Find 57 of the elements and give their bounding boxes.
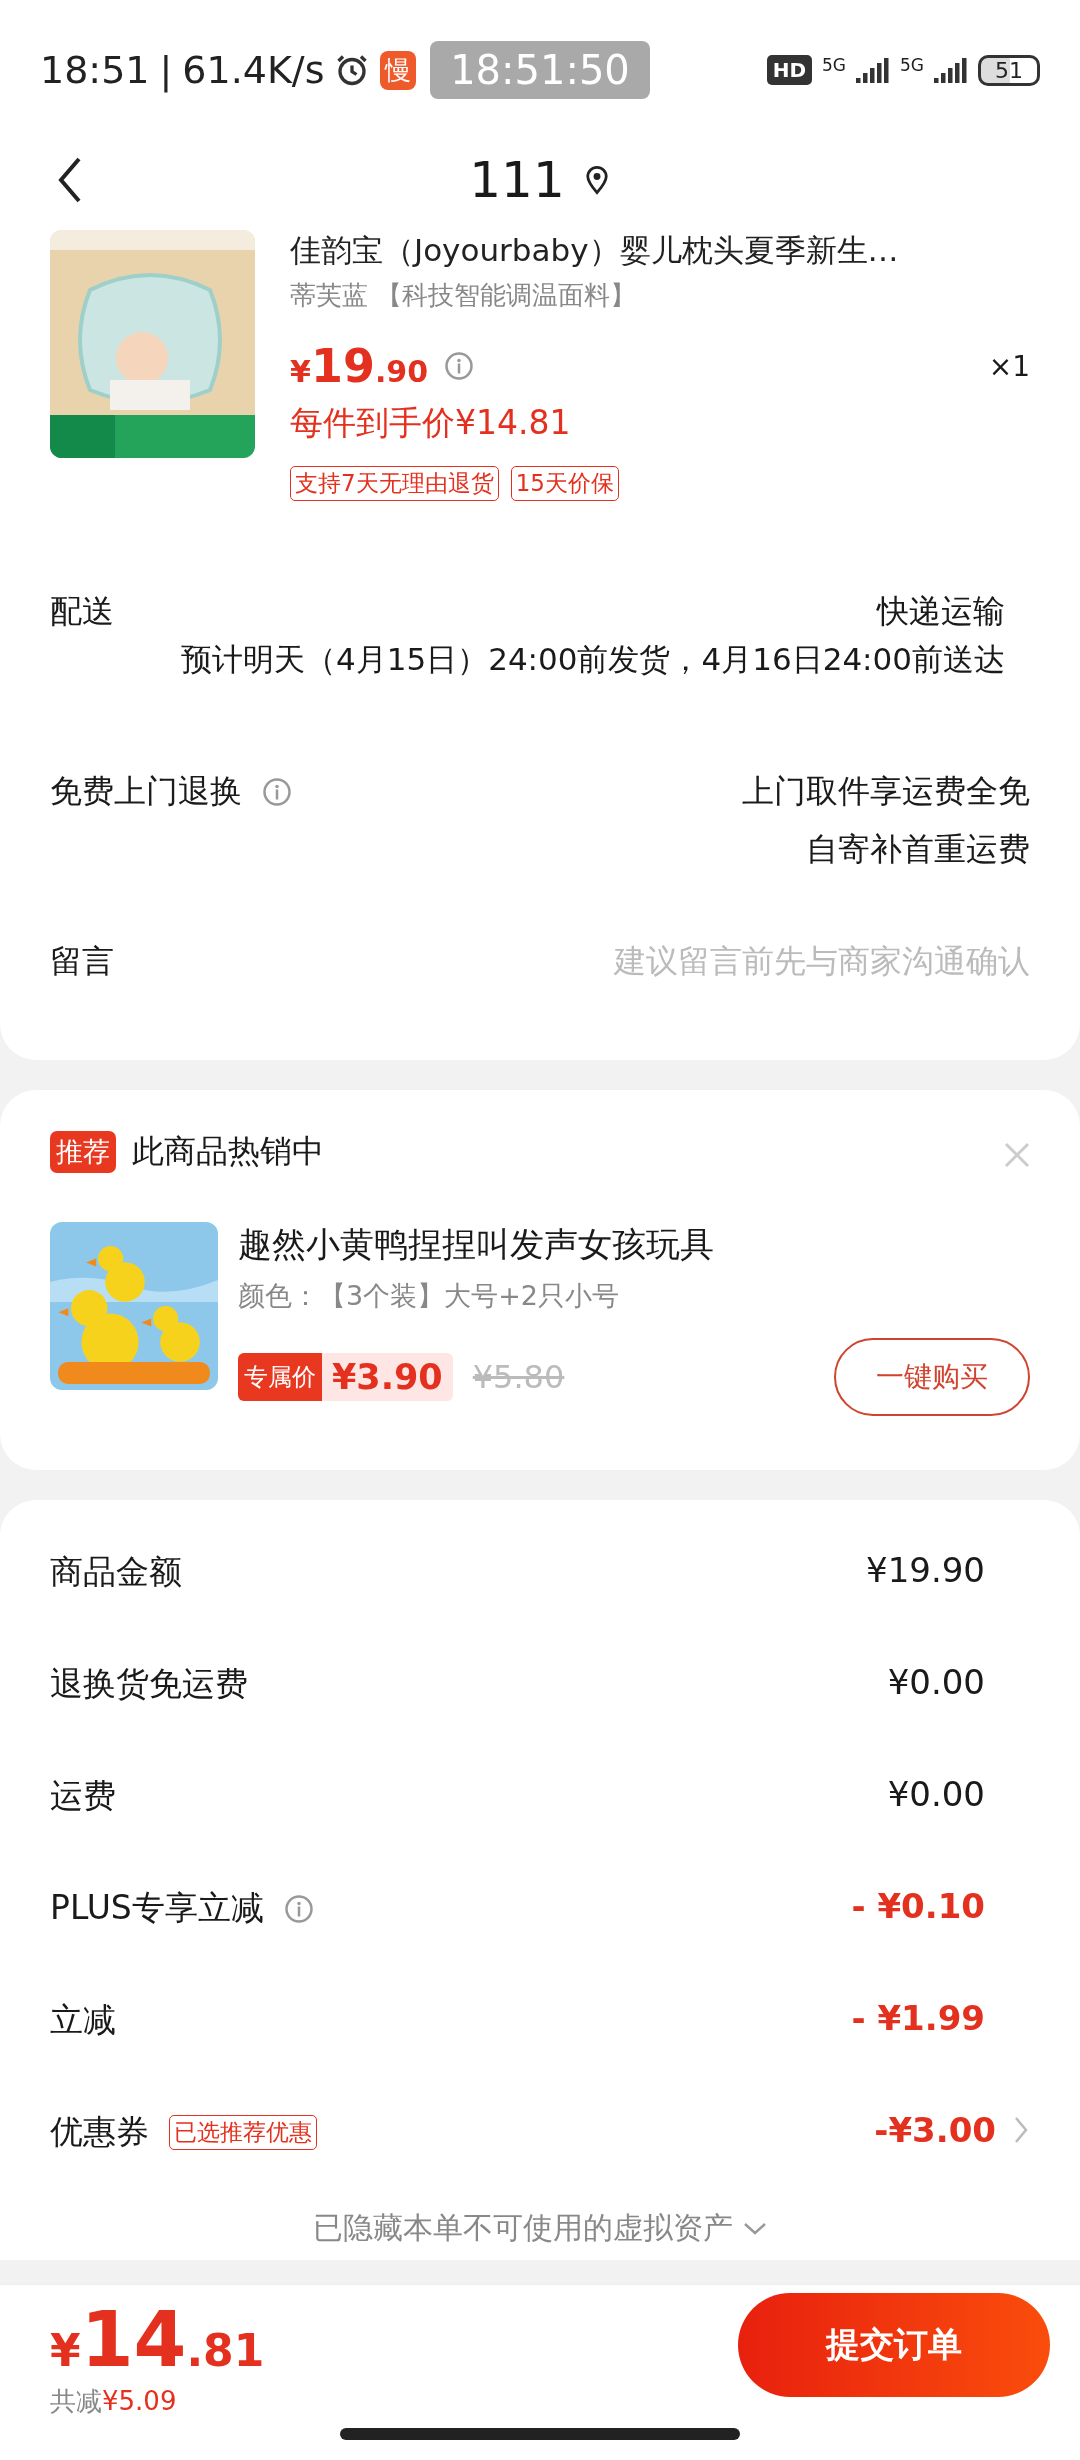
recommend-title: 此商品热销中 xyxy=(132,1131,324,1172)
page-title: 111 xyxy=(469,151,565,209)
total-price: ¥14.81 xyxy=(50,2295,265,2384)
separator: | xyxy=(159,48,173,92)
summary-value: - ¥1.99 xyxy=(851,1998,985,2038)
product-variant: 蒂芙蓝 【科技智能调温面料】 xyxy=(290,279,638,312)
recommend-price: ¥3.90 xyxy=(331,1357,444,1397)
network-label: 5G xyxy=(900,54,924,75)
hd-badge: HD xyxy=(766,55,812,85)
price-info-icon[interactable] xyxy=(444,351,475,381)
summary-label: PLUS专享立减 xyxy=(50,1887,264,1929)
message-label: 留言 xyxy=(50,941,114,982)
network-speed: 61.4K/s xyxy=(182,48,325,92)
summary-label: 运费 xyxy=(50,1775,116,1817)
service-tag: 15天价保 xyxy=(510,466,619,501)
network-label: 5G xyxy=(822,54,846,75)
battery: 51 xyxy=(978,54,1040,86)
signal-icon xyxy=(934,57,968,83)
app-badge: 慢 xyxy=(380,50,417,90)
recommend-variant: 颜色：【3个装】大号+2只小号 xyxy=(238,1279,620,1313)
summary-value: -¥3.00 xyxy=(874,2110,996,2150)
submit-order-button[interactable]: 提交订单 xyxy=(738,2293,1050,2397)
clock-overlay: 18:51:50 xyxy=(430,41,650,99)
unit-price: 每件到手价¥14.81 xyxy=(290,402,572,444)
product-title[interactable]: 佳韵宝（Joyourbaby）婴儿枕头夏季新生… xyxy=(290,230,1030,272)
return-info-icon[interactable] xyxy=(262,777,292,807)
return-detail: 自寄补首重运费 xyxy=(806,829,1030,870)
price-tag: 专属价 xyxy=(238,1353,322,1401)
return-detail: 上门取件享运费全免 xyxy=(742,771,1030,812)
recommend-product-name[interactable]: 趣然小黄鸭捏捏叫发声女孩玩具 xyxy=(238,1222,1030,1268)
summary-label: 优惠券 xyxy=(50,2111,149,2153)
return-label: 免费上门退换 xyxy=(50,771,242,812)
quantity: ×1 xyxy=(988,349,1030,383)
summary-label: 退换货免运费 xyxy=(50,1663,248,1705)
total-savings: 共减¥5.09 xyxy=(50,2385,178,2418)
delivery-method[interactable]: 快递运输 xyxy=(877,590,1030,634)
recommend-badge: 推荐 xyxy=(50,1131,116,1173)
chevron-right-icon[interactable] xyxy=(1012,2115,1030,2145)
hidden-assets-note[interactable]: 已隐藏本单不可使用的虚拟资产 xyxy=(313,2208,733,2249)
info-icon[interactable] xyxy=(283,1893,314,1924)
summary-value: - ¥0.10 xyxy=(851,1886,985,1926)
summary-label: 立减 xyxy=(50,1999,116,2041)
signal-icon xyxy=(856,57,890,83)
service-tag: 支持7天无理由退货 xyxy=(290,466,499,501)
product-price: ¥19.90 xyxy=(290,339,429,393)
status-time: 18:51 xyxy=(40,48,150,92)
delivery-label: 配送 xyxy=(50,591,114,632)
summary-value: ¥19.90 xyxy=(866,1550,985,1590)
original-price: ¥5.80 xyxy=(472,1358,565,1396)
close-icon[interactable] xyxy=(1004,1142,1030,1168)
delivery-estimate: 预计明天（4月15日）24:00前发货，4月16日24:00前送达 xyxy=(180,640,1006,679)
summary-label: 商品金额 xyxy=(50,1551,182,1593)
chevron-down-icon[interactable] xyxy=(743,2221,767,2236)
buy-now-button[interactable]: 一键购买 xyxy=(834,1338,1030,1416)
summary-value: ¥0.00 xyxy=(887,1662,985,1702)
summary-value: ¥0.00 xyxy=(887,1774,985,1814)
coupon-tag: 已选推荐优惠 xyxy=(169,2115,317,2150)
